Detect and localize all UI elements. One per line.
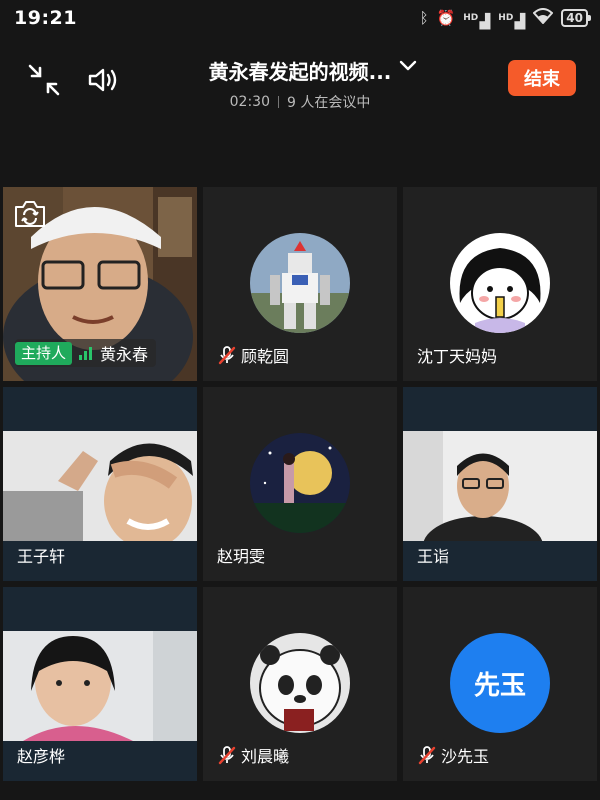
- host-badge: 主持人: [15, 341, 73, 365]
- participant-tile[interactable]: 王诣: [403, 387, 597, 581]
- subtitle-divider: [278, 96, 279, 108]
- chevron-down-icon[interactable]: [398, 58, 418, 77]
- host-name-label: 主持人 黄永春: [15, 339, 157, 367]
- participant-label: 沈丁天妈妈: [417, 343, 497, 367]
- participant-tile[interactable]: 赵玥雯: [203, 387, 397, 581]
- mic-muted-icon: [218, 746, 236, 765]
- alarm-icon: ⏰: [436, 9, 456, 27]
- status-bar: 19:21 ᛒ ⏰ HD ▟ HD ▟ 40: [0, 0, 600, 36]
- status-icons: ᛒ ⏰ HD ▟ HD ▟ 40: [419, 8, 591, 30]
- participant-count: 9 人在会议中: [287, 95, 371, 111]
- participant-tile[interactable]: 沈丁天妈妈: [403, 187, 597, 381]
- end-call-button[interactable]: 结束: [508, 60, 576, 96]
- participant-name: 王诣: [417, 547, 450, 566]
- participant-name: 刘晨曦: [241, 747, 290, 766]
- participant-label: 刘晨曦: [217, 743, 289, 767]
- avatar: [250, 233, 350, 333]
- participant-tile[interactable]: 赵彦桦: [3, 587, 197, 781]
- participant-label: 赵彦桦: [17, 743, 65, 767]
- participant-name: 顾乾圆: [241, 347, 290, 366]
- participant-label: 王子轩: [17, 543, 65, 567]
- participant-name: 王子轩: [17, 547, 66, 566]
- signal-icon: [79, 347, 93, 360]
- bluetooth-icon: ᛒ: [419, 9, 429, 27]
- participant-name: 沙先玉: [441, 747, 490, 766]
- call-subtitle: 02:30 9 人在会议中: [170, 92, 430, 112]
- avatar: [250, 633, 350, 733]
- hd-label-2: HD: [498, 12, 514, 23]
- participant-label: 沙先玉: [417, 743, 489, 767]
- avatar: [450, 233, 550, 333]
- participant-name: 沈丁天妈妈: [417, 347, 498, 366]
- wifi-icon: [532, 8, 554, 28]
- call-title: 黄永春发起的视频...: [208, 60, 392, 84]
- hd-label-1: HD: [463, 12, 479, 23]
- participant-video: [403, 431, 597, 541]
- speaker-icon[interactable]: [86, 62, 122, 98]
- participant-video: [3, 631, 197, 741]
- participant-name: 黄永春: [100, 345, 149, 364]
- call-duration: 02:30: [229, 94, 270, 110]
- signal-2-icon: HD ▟: [498, 12, 526, 30]
- call-title-area[interactable]: 黄永春发起的视频... 02:30 9 人在会议中: [170, 56, 430, 112]
- participant-tile[interactable]: 刘晨曦: [203, 587, 397, 781]
- mic-muted-icon: [418, 746, 436, 765]
- exit-fullscreen-icon[interactable]: [26, 62, 62, 98]
- mic-muted-icon: [218, 346, 236, 365]
- participant-label: 赵玥雯: [217, 543, 265, 567]
- participant-tile-host[interactable]: 主持人 黄永春: [3, 187, 197, 381]
- battery-icon: 40: [561, 9, 591, 27]
- call-header: 黄永春发起的视频... 02:30 9 人在会议中 结束: [0, 36, 600, 126]
- status-time: 19:21: [14, 7, 77, 29]
- participant-name: 赵玥雯: [217, 547, 266, 566]
- signal-1-icon: HD ▟: [463, 12, 491, 30]
- avatar: 先玉: [450, 633, 550, 733]
- participant-name: 赵彦桦: [17, 747, 66, 766]
- participant-video: [3, 431, 197, 541]
- participant-grid: 主持人 黄永春 顾乾圆 沈丁天妈妈 王子轩 赵玥雯 王诣 赵彦桦 刘晨曦 先玉 …: [3, 187, 600, 787]
- participant-tile[interactable]: 先玉 沙先玉: [403, 587, 597, 781]
- participant-label: 王诣: [417, 543, 449, 567]
- participant-tile[interactable]: 顾乾圆: [203, 187, 397, 381]
- camera-switch-icon[interactable]: [13, 199, 47, 229]
- participant-tile[interactable]: 王子轩: [3, 387, 197, 581]
- avatar: [250, 433, 350, 533]
- participant-label: 顾乾圆: [217, 343, 289, 367]
